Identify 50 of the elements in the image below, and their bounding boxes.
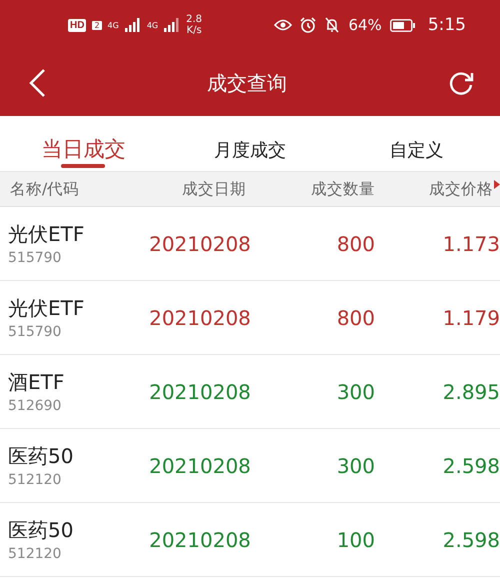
fund-name: 酒ETF — [8, 369, 66, 396]
trade-price: 2.895 — [442, 380, 500, 404]
trade-date: 20210208 — [148, 454, 252, 478]
column-header: 名称/代码 — [9, 178, 80, 200]
refresh-button[interactable] — [448, 70, 474, 96]
trade-date: 20210208 — [148, 306, 252, 330]
trade-quantity: 300 — [336, 454, 375, 478]
column-header[interactable]: 成交价格 — [419, 178, 493, 200]
column-header[interactable]: 成交日期 — [140, 178, 260, 200]
bell-off-icon — [324, 17, 340, 33]
fund-code: 512120 — [8, 546, 62, 562]
tab[interactable]: 自定义 — [390, 116, 444, 171]
alarm-icon — [300, 17, 316, 33]
fund-code: 515790 — [8, 250, 62, 266]
back-button[interactable] — [28, 68, 46, 98]
network-speed: 2.8 — [186, 14, 202, 25]
sort-arrow-icon — [494, 180, 500, 188]
trade-date: 20210208 — [148, 528, 252, 552]
battery-percent: 64% — [348, 16, 382, 34]
fund-code: 515790 — [8, 324, 62, 340]
trade-quantity: 800 — [336, 232, 375, 256]
fund-code: 512120 — [8, 472, 62, 488]
speed-unit: K/s — [186, 25, 202, 36]
fund-name: 医药50 — [8, 517, 74, 544]
trade-price: 1.173 — [442, 232, 500, 256]
sim-number: 2 — [92, 20, 102, 30]
signal-icon — [164, 18, 180, 32]
clock-time: 5:15 — [428, 15, 466, 35]
fund-name: 光伏ETF — [8, 295, 86, 322]
signal-icon — [124, 18, 141, 32]
battery-icon — [390, 18, 416, 32]
trade-quantity: 100 — [336, 528, 375, 552]
network-type: 4G — [146, 20, 158, 30]
fund-name: 光伏ETF — [8, 221, 86, 248]
eye-icon — [274, 19, 292, 31]
page-title: 成交查询 — [207, 70, 287, 96]
trade-quantity: 800 — [336, 306, 375, 330]
trade-quantity: 300 — [336, 380, 375, 404]
trade-date: 20210208 — [148, 232, 252, 256]
fund-name: 医药50 — [8, 443, 74, 470]
fund-code: 512690 — [8, 398, 62, 414]
trade-price: 2.598 — [442, 528, 500, 552]
trade-price: 2.598 — [442, 454, 500, 478]
network-type: 4G — [108, 20, 119, 30]
column-header[interactable]: 成交数量 — [260, 178, 375, 200]
trade-date: 20210208 — [148, 380, 252, 404]
trade-price: 1.179 — [442, 306, 500, 330]
tab[interactable]: 当日成交 — [41, 116, 126, 171]
hd-badge: HD — [68, 18, 86, 32]
tab[interactable]: 月度成交 — [214, 116, 286, 171]
